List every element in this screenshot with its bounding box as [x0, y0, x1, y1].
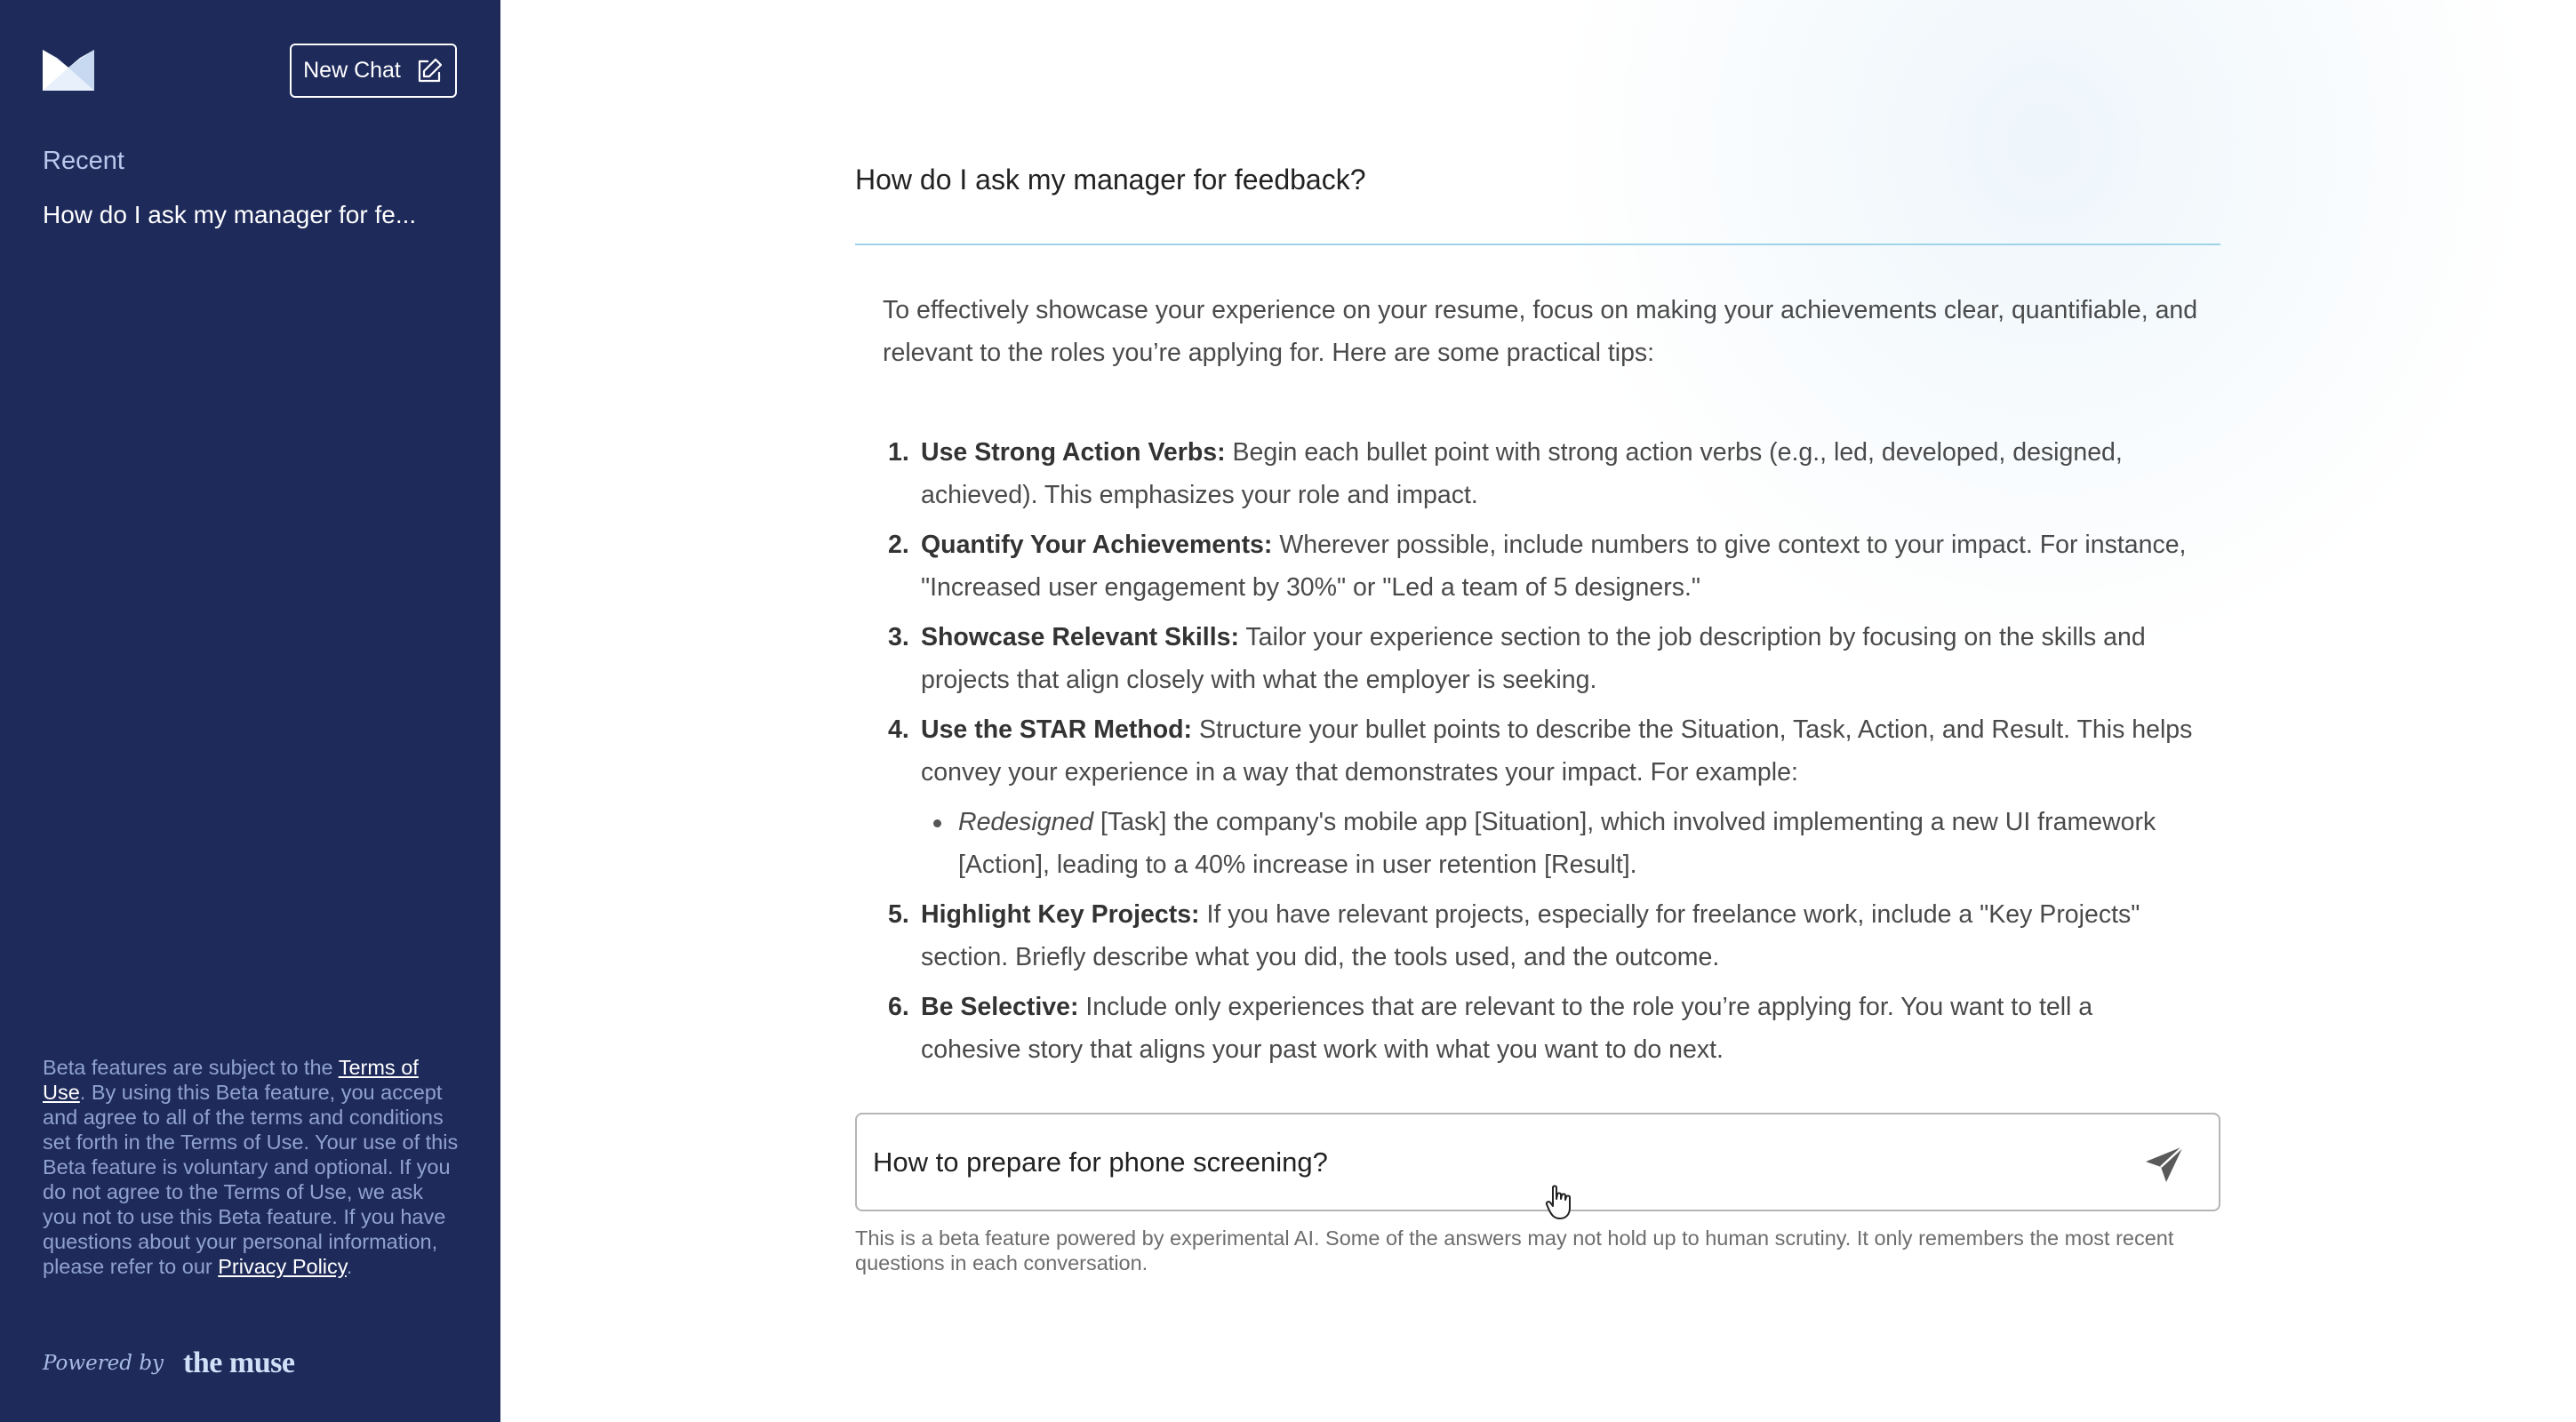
question-divider	[855, 244, 2220, 245]
tip-number: 2.	[888, 531, 909, 559]
star-example-item: Redesigned [Task] the company's mobile a…	[921, 801, 2198, 886]
star-example-italic: Redesigned	[958, 808, 1094, 836]
tip-title: Highlight Key Projects:	[921, 900, 1200, 929]
sidebar: New Chat Recent How do I ask my manager …	[0, 0, 500, 1422]
new-chat-button[interactable]: New Chat	[290, 44, 457, 98]
privacy-policy-link[interactable]: Privacy Policy	[218, 1255, 347, 1278]
tip-number: 5.	[888, 900, 909, 929]
tips-list: 1. Use Strong Action Verbs: Begin each b…	[883, 431, 2198, 1071]
message-input[interactable]	[873, 1114, 2100, 1210]
tip-title: Use the STAR Method:	[921, 715, 1193, 744]
the-muse-logo[interactable]: the muse	[183, 1346, 295, 1380]
tip-item: 5. Highlight Key Projects: If you have r…	[883, 893, 2198, 979]
hand-pointer-icon	[1545, 1185, 1571, 1219]
user-question: How do I ask my manager for feedback?	[855, 164, 1366, 196]
tip-number: 1.	[888, 438, 909, 467]
tip-text: Include only experiences that are releva…	[921, 993, 2093, 1064]
powered-by: Powered by the muse	[43, 1346, 295, 1380]
assistant-answer: To effectively showcase your experience …	[883, 289, 2198, 1078]
tip-item: 4. Use the STAR Method: Structure your b…	[883, 708, 2198, 886]
recent-heading: Recent	[43, 147, 124, 175]
disclaimer-text-start: Beta features are subject to the	[43, 1056, 339, 1079]
tip-item: 1. Use Strong Action Verbs: Begin each b…	[883, 431, 2198, 516]
tip-item: 2. Quantify Your Achievements: Wherever …	[883, 523, 2198, 609]
message-composer	[855, 1113, 2220, 1211]
recent-chat-item[interactable]: How do I ask my manager for fe...	[43, 201, 416, 229]
tip-item: 6. Be Selective: Include only experience…	[883, 986, 2198, 1071]
new-chat-label: New Chat	[303, 58, 401, 83]
star-example-list: Redesigned [Task] the company's mobile a…	[921, 801, 2198, 886]
tip-number: 4.	[888, 715, 909, 744]
muse-logo-icon[interactable]	[43, 50, 94, 91]
tip-item: 3. Showcase Relevant Skills: Tailor your…	[883, 616, 2198, 701]
tip-number: 6.	[888, 993, 909, 1021]
star-example-text: [Task] the company's mobile app [Situati…	[958, 808, 2156, 879]
powered-by-label: Powered by	[43, 1352, 164, 1375]
send-icon[interactable]	[2144, 1145, 2185, 1184]
answer-intro: To effectively showcase your experience …	[883, 296, 2198, 367]
beta-disclaimer: Beta features are subject to the Terms o…	[43, 1055, 460, 1279]
edit-icon	[418, 58, 442, 82]
tip-title: Use Strong Action Verbs:	[921, 438, 1226, 467]
beta-notice: This is a beta feature powered by experi…	[855, 1226, 2174, 1274]
disclaimer-text-middle: . By using this Beta feature, you accept…	[43, 1081, 459, 1278]
tip-title: Showcase Relevant Skills:	[921, 623, 1239, 651]
tip-number: 3.	[888, 623, 909, 651]
tip-title: Quantify Your Achievements:	[921, 531, 1273, 559]
disclaimer-text-end: .	[346, 1255, 353, 1278]
tip-title: Be Selective:	[921, 993, 1079, 1021]
